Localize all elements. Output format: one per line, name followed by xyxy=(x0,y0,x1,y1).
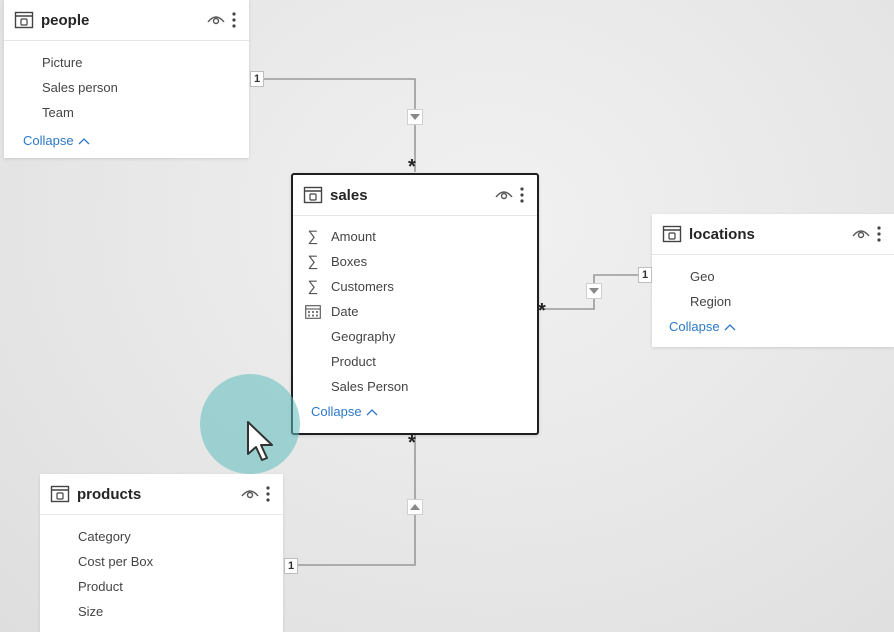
table-card-products[interactable]: products Category Cost per Box Product S… xyxy=(40,474,283,632)
field-label: Sales Person xyxy=(331,379,409,394)
visibility-eye-icon[interactable] xyxy=(241,485,259,503)
field-label: Date xyxy=(331,304,359,319)
field-row[interactable]: Geo xyxy=(652,264,894,289)
table-title: products xyxy=(77,485,142,503)
field-label: Region xyxy=(690,294,732,309)
field-label: Sales person xyxy=(42,80,118,95)
field-label: Customers xyxy=(331,279,394,294)
more-options-icon[interactable] xyxy=(229,11,239,29)
filter-direction-down-icon[interactable] xyxy=(407,109,423,125)
model-diagram-canvas[interactable]: people Picture Sales person Team Collaps… xyxy=(0,0,894,632)
cardinality-many-label: * xyxy=(408,432,416,454)
table-card-locations[interactable]: locations Geo Region Collapse xyxy=(652,214,894,347)
mouse-pointer-icon xyxy=(247,421,273,461)
field-label: Product xyxy=(331,354,376,369)
calendar-icon xyxy=(305,304,321,320)
cardinality-many-label: * xyxy=(538,300,546,322)
table-icon xyxy=(303,185,323,205)
filter-direction-down-icon[interactable] xyxy=(586,283,602,299)
table-header[interactable]: people xyxy=(4,0,249,41)
chevron-up-icon xyxy=(724,323,736,330)
field-label: Size xyxy=(78,604,104,619)
field-row[interactable]: Category xyxy=(40,524,283,549)
cardinality-one-label: 1 xyxy=(638,267,652,283)
sigma-icon: ∑ xyxy=(307,278,319,295)
sigma-icon: ∑ xyxy=(307,253,319,270)
field-label: Team xyxy=(42,105,74,120)
chevron-up-icon xyxy=(366,408,378,415)
field-label: Geography xyxy=(331,329,396,344)
field-row[interactable]: Cost per Box xyxy=(40,549,283,574)
table-card-people[interactable]: people Picture Sales person Team Collaps… xyxy=(4,0,249,158)
more-options-icon[interactable] xyxy=(874,225,884,243)
field-row[interactable]: Sales person xyxy=(4,75,249,100)
field-row[interactable]: Sales Person xyxy=(293,374,537,399)
field-label: Picture xyxy=(42,55,83,70)
cardinality-one-label: 1 xyxy=(284,558,298,574)
table-title: locations xyxy=(689,225,755,243)
sigma-icon: ∑ xyxy=(307,228,319,245)
field-label: Cost per Box xyxy=(78,554,154,569)
table-header[interactable]: locations xyxy=(652,214,894,255)
field-label: Boxes xyxy=(331,254,368,269)
relationship-line-people-sales xyxy=(264,78,416,172)
field-label: Geo xyxy=(690,269,715,284)
visibility-eye-icon[interactable] xyxy=(852,225,870,243)
field-row[interactable]: Team xyxy=(4,100,249,125)
cardinality-many-label: * xyxy=(408,156,416,178)
chevron-up-icon xyxy=(78,137,90,144)
field-row[interactable]: Product xyxy=(293,349,537,374)
table-icon xyxy=(14,10,34,30)
table-icon xyxy=(662,224,682,244)
table-header[interactable]: sales xyxy=(293,175,537,216)
field-row[interactable]: Picture xyxy=(4,50,249,75)
cardinality-one-label: 1 xyxy=(250,71,264,87)
table-icon xyxy=(50,484,70,504)
field-row[interactable]: Geography xyxy=(293,324,537,349)
relationship-line-sales-products xyxy=(297,434,416,566)
visibility-eye-icon[interactable] xyxy=(495,186,513,204)
collapse-link[interactable]: Collapse xyxy=(23,133,249,148)
field-label: Product xyxy=(78,579,123,594)
visibility-eye-icon[interactable] xyxy=(207,11,225,29)
collapse-link[interactable]: Collapse xyxy=(311,404,537,419)
field-row[interactable]: ∑ Boxes xyxy=(293,249,537,274)
table-title: people xyxy=(41,11,90,29)
table-card-sales[interactable]: sales ∑ Amount ∑ Boxes ∑ Customers Date Geo… xyxy=(291,173,539,435)
field-row[interactable]: Size xyxy=(40,599,283,624)
field-label: Category xyxy=(78,529,131,544)
table-header[interactable]: products xyxy=(40,474,283,515)
collapse-link[interactable]: Collapse xyxy=(669,319,894,334)
field-row[interactable]: Date xyxy=(293,299,537,324)
field-label: Amount xyxy=(331,229,376,244)
filter-direction-up-icon[interactable] xyxy=(407,499,423,515)
field-row[interactable]: Region xyxy=(652,289,894,314)
table-title: sales xyxy=(330,186,368,204)
field-row[interactable]: Product xyxy=(40,574,283,599)
more-options-icon[interactable] xyxy=(263,485,273,503)
field-row[interactable]: ∑ Amount xyxy=(293,224,537,249)
field-row[interactable]: ∑ Customers xyxy=(293,274,537,299)
more-options-icon[interactable] xyxy=(517,186,527,204)
